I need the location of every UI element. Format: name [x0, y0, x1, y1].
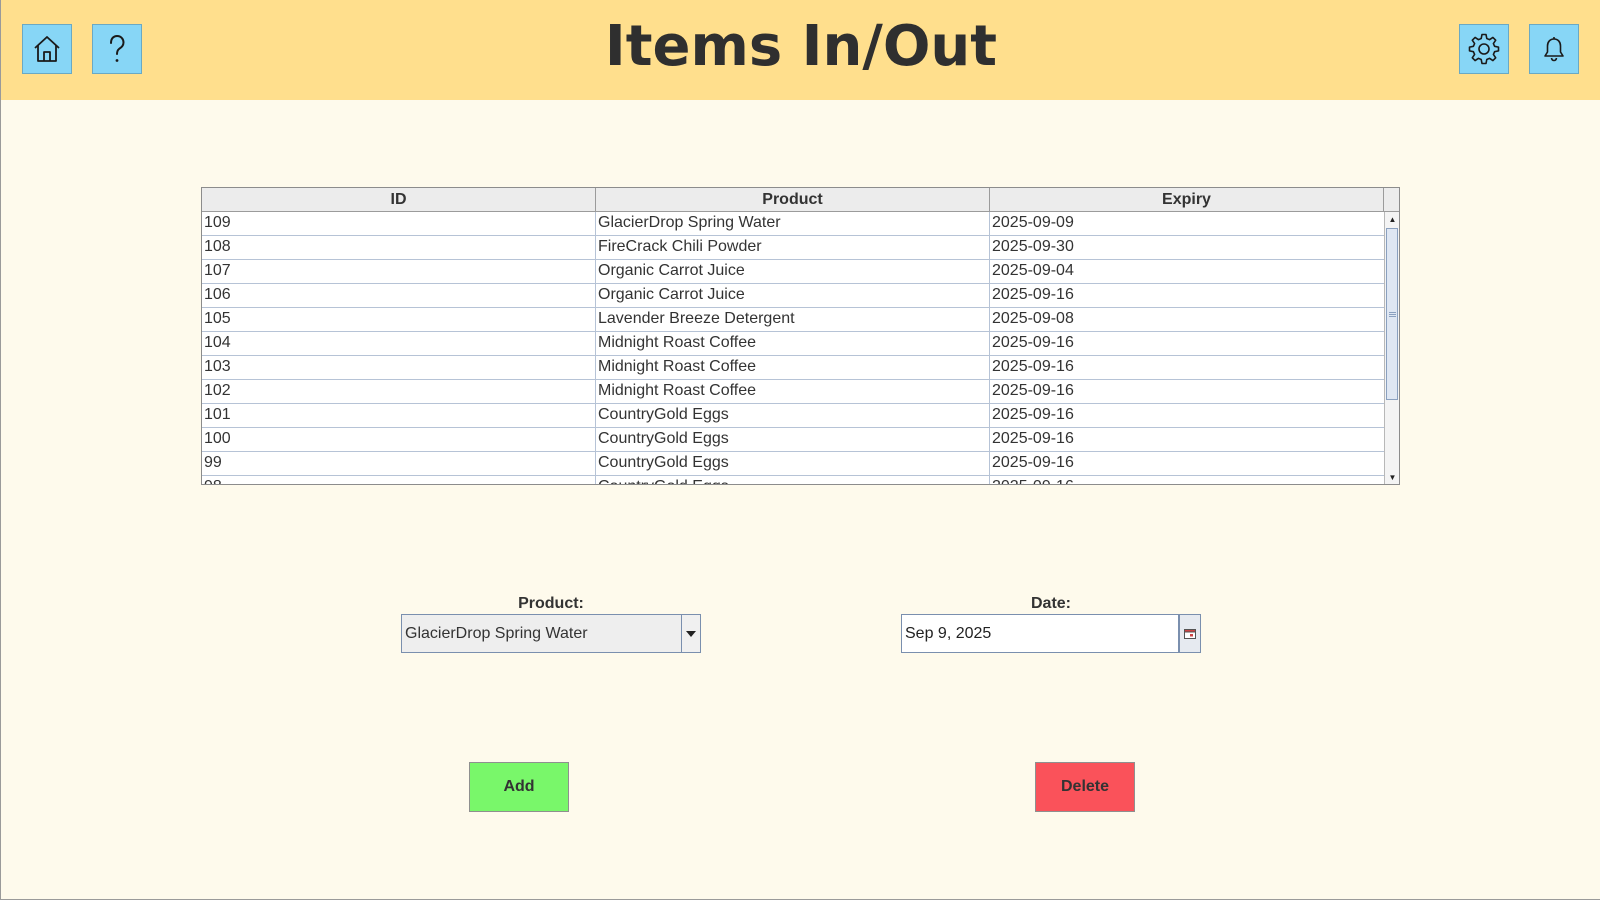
- table-scrollbar[interactable]: ▲ ▼: [1384, 212, 1399, 484]
- gear-icon: [1468, 33, 1500, 65]
- cell-product: CountryGold Eggs: [596, 404, 990, 427]
- cell-id: 98: [202, 476, 596, 484]
- table-row[interactable]: 101 CountryGold Eggs 2025-09-16: [202, 404, 1384, 428]
- items-table: ID Product Expiry 109 GlacierDrop Spring …: [201, 187, 1400, 485]
- delete-button[interactable]: Delete: [1035, 762, 1135, 812]
- table-row[interactable]: 107 Organic Carrot Juice 2025-09-04: [202, 260, 1384, 284]
- cell-expiry: 2025-09-16: [992, 454, 1074, 471]
- header-bar: Items In/Out: [1, 0, 1600, 100]
- date-label: Date:: [1030, 595, 1071, 612]
- cell-expiry: 2025-09-30: [992, 238, 1074, 255]
- cell-expiry: 2025-09-16: [992, 406, 1074, 423]
- dropdown-arrow-icon[interactable]: [681, 615, 700, 652]
- cell-product: CountryGold Eggs: [596, 476, 990, 484]
- table-row[interactable]: 108 FireCrack Chili Powder 2025-09-30: [202, 236, 1384, 260]
- table-row[interactable]: 99 CountryGold Eggs 2025-09-16: [202, 452, 1384, 476]
- cell-product: Organic Carrot Juice: [596, 284, 990, 307]
- cell-expiry: 2025-09-16: [992, 358, 1074, 375]
- table-row[interactable]: 109 GlacierDrop Spring Water 2025-09-09: [202, 212, 1384, 236]
- cell-id: 100: [202, 428, 596, 451]
- cell-id: 102: [202, 380, 596, 403]
- cell-product: Midnight Roast Coffee: [596, 356, 990, 379]
- table-row[interactable]: 106 Organic Carrot Juice 2025-09-16: [202, 284, 1384, 308]
- column-header-expiry[interactable]: Expiry: [990, 188, 1384, 211]
- product-select[interactable]: GlacierDrop Spring Water: [401, 614, 701, 653]
- scrollbar-thumb[interactable]: [1386, 228, 1398, 400]
- table-row[interactable]: 104 Midnight Roast Coffee 2025-09-16: [202, 332, 1384, 356]
- settings-button[interactable]: [1459, 24, 1509, 74]
- cell-expiry: 2025-09-16: [990, 476, 1384, 484]
- cell-id: 109: [202, 212, 596, 235]
- cell-expiry: 2025-09-16: [992, 430, 1074, 447]
- column-header-id[interactable]: ID: [202, 188, 596, 211]
- cell-id: 101: [202, 404, 596, 427]
- cell-id: 105: [202, 308, 596, 331]
- page-title: Items In/Out: [604, 14, 998, 79]
- product-label: Product:: [518, 595, 584, 612]
- cell-expiry: 2025-09-09: [992, 214, 1074, 231]
- calendar-icon: [1184, 628, 1196, 639]
- cell-product: Midnight Roast Coffee: [596, 380, 990, 403]
- table-body: 109 GlacierDrop Spring Water 2025-09-09 108…: [202, 212, 1384, 484]
- table-header-corner: [1384, 188, 1399, 211]
- bell-icon: [1544, 37, 1564, 62]
- scroll-down-arrow-icon[interactable]: ▼: [1385, 470, 1399, 484]
- cell-product: Lavender Breeze Detergent: [596, 308, 990, 331]
- cell-product: GlacierDrop Spring Water: [596, 212, 990, 235]
- cell-expiry: 2025-09-04: [992, 262, 1074, 279]
- date-field[interactable]: Sep 9, 2025: [901, 614, 1179, 653]
- table-row[interactable]: 103 Midnight Roast Coffee 2025-09-16: [202, 356, 1384, 380]
- table-row[interactable]: 98CountryGold Eggs2025-09-16: [202, 476, 1384, 484]
- scroll-up-arrow-icon[interactable]: ▲: [1385, 212, 1399, 226]
- product-select-value: GlacierDrop Spring Water: [405, 625, 588, 642]
- calendar-button[interactable]: [1179, 614, 1201, 653]
- cell-id: 99: [202, 452, 596, 475]
- cell-product: Midnight Roast Coffee: [596, 332, 990, 355]
- table-row[interactable]: 105 Lavender Breeze Detergent 2025-09-08: [202, 308, 1384, 332]
- cell-expiry: 2025-09-16: [992, 382, 1074, 399]
- cell-expiry: 2025-09-16: [992, 334, 1074, 351]
- table-row[interactable]: 100 CountryGold Eggs 2025-09-16: [202, 428, 1384, 452]
- cell-expiry: 2025-09-08: [992, 310, 1074, 327]
- cell-id: 107: [202, 260, 596, 283]
- cell-product: CountryGold Eggs: [596, 428, 990, 451]
- cell-product: Organic Carrot Juice: [596, 260, 990, 283]
- notifications-button[interactable]: [1529, 24, 1579, 74]
- cell-id: 103: [202, 356, 596, 379]
- cell-id: 104: [202, 332, 596, 355]
- column-header-product[interactable]: Product: [596, 188, 990, 211]
- table-header: ID Product Expiry: [202, 188, 1399, 212]
- cell-id: 108: [202, 236, 596, 259]
- cell-product: FireCrack Chili Powder: [596, 236, 990, 259]
- table-row[interactable]: 102 Midnight Roast Coffee 2025-09-16: [202, 380, 1384, 404]
- cell-product: CountryGold Eggs: [596, 452, 990, 475]
- cell-expiry: 2025-09-16: [992, 286, 1074, 303]
- cell-id: 106: [202, 284, 596, 307]
- add-button[interactable]: Add: [469, 762, 569, 812]
